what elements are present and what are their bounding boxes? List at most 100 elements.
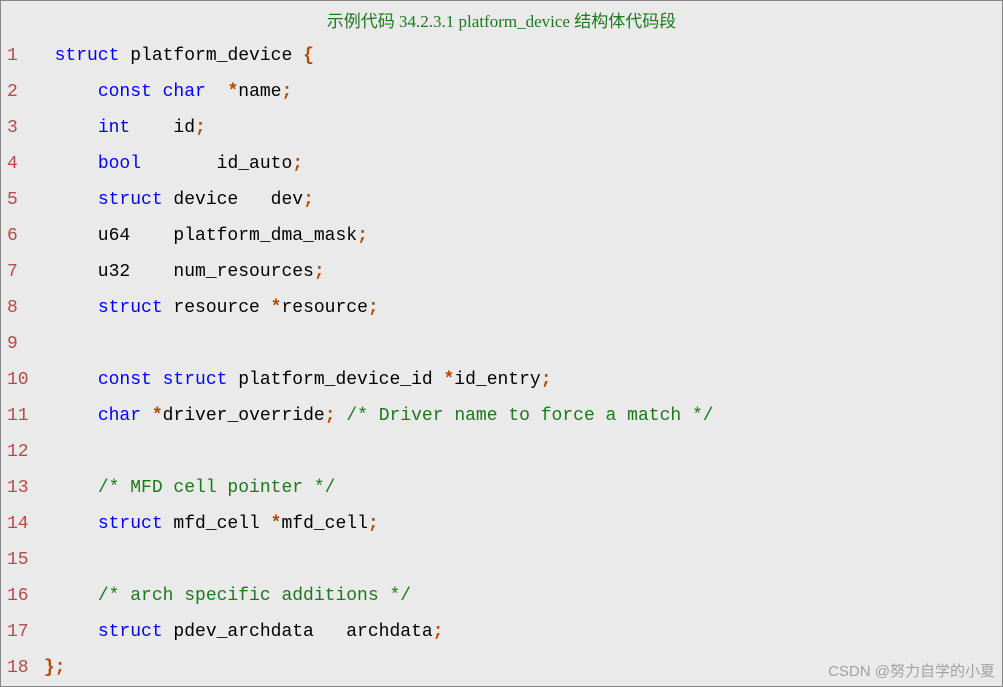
code-line: 14 struct mfd_cell *mfd_cell; — [1, 506, 1002, 542]
token-punct: { — [303, 46, 314, 66]
token-ident — [33, 514, 98, 534]
line-number: 1 — [1, 38, 33, 74]
token-punct: * — [227, 82, 238, 102]
code-content: struct platform_device { — [33, 38, 1002, 74]
token-comment: /* Driver name to force a match */ — [346, 406, 713, 426]
code-content: int id; — [33, 110, 1002, 146]
token-ident — [33, 298, 98, 318]
code-content: const struct platform_device_id *id_entr… — [33, 362, 1002, 398]
token-ident: platform_device_id — [227, 370, 443, 390]
token-kw: int — [98, 118, 130, 138]
line-number: 7 — [1, 254, 33, 290]
token-kw: struct — [33, 46, 119, 66]
line-number: 9 — [1, 326, 33, 362]
token-ident — [33, 622, 98, 642]
code-content: struct mfd_cell *mfd_cell; — [33, 506, 1002, 542]
token-punct: ; — [303, 190, 314, 210]
code-content: bool id_auto; — [33, 146, 1002, 182]
token-punct: ; — [314, 262, 325, 282]
line-number: 16 — [1, 578, 33, 614]
token-punct: ; — [292, 154, 303, 174]
token-ident: u32 num_resources — [33, 262, 314, 282]
line-number: 14 — [1, 506, 33, 542]
token-kw: const struct — [98, 370, 228, 390]
line-number: 18 — [1, 650, 33, 686]
code-content: const char *name; — [33, 74, 1002, 110]
line-number: 11 — [1, 398, 33, 434]
code-line: 3 int id; — [1, 110, 1002, 146]
token-ident: id — [130, 118, 195, 138]
code-content: /* arch specific additions */ — [33, 578, 1002, 614]
token-ident: id_entry — [454, 370, 540, 390]
token-punct: * — [271, 514, 282, 534]
token-ident — [33, 154, 98, 174]
line-number: 10 — [1, 362, 33, 398]
token-ident — [33, 406, 98, 426]
token-comment: /* MFD cell pointer */ — [98, 478, 336, 498]
code-line: 13 /* MFD cell pointer */ — [1, 470, 1002, 506]
token-kw: char — [98, 406, 141, 426]
code-line: 15 — [1, 542, 1002, 578]
token-ident: id_auto — [141, 154, 292, 174]
token-punct: ; — [368, 298, 379, 318]
line-number: 3 — [1, 110, 33, 146]
token-punct: * — [152, 406, 163, 426]
line-number: 17 — [1, 614, 33, 650]
code-line: 17 struct pdev_archdata archdata; — [1, 614, 1002, 650]
code-line: 2 const char *name; — [1, 74, 1002, 110]
token-comment: /* arch specific additions */ — [98, 586, 411, 606]
token-punct: ; — [368, 514, 379, 534]
code-line: 6 u64 platform_dma_mask; — [1, 218, 1002, 254]
code-lines-container: 1 struct platform_device {2 const char *… — [1, 38, 1002, 686]
token-ident — [336, 406, 347, 426]
code-line: 11 char *driver_override; /* Driver name… — [1, 398, 1002, 434]
token-ident — [33, 370, 98, 390]
token-ident — [33, 658, 44, 678]
token-ident: resource — [163, 298, 271, 318]
code-line: 1 struct platform_device { — [1, 38, 1002, 74]
token-punct: * — [443, 370, 454, 390]
code-content: struct resource *resource; — [33, 290, 1002, 326]
token-kw: struct — [98, 190, 163, 210]
code-content: struct pdev_archdata archdata; — [33, 614, 1002, 650]
code-line: 10 const struct platform_device_id *id_e… — [1, 362, 1002, 398]
line-number: 5 — [1, 182, 33, 218]
code-line: 7 u32 num_resources; — [1, 254, 1002, 290]
token-ident — [33, 190, 98, 210]
token-ident — [33, 586, 98, 606]
code-line: 9 — [1, 326, 1002, 362]
code-content — [33, 326, 1002, 362]
code-content — [33, 542, 1002, 578]
token-punct: ; — [433, 622, 444, 642]
token-punct: }; — [44, 658, 66, 678]
token-ident: platform_device — [119, 46, 303, 66]
token-ident — [33, 82, 98, 102]
token-ident: mfd_cell — [281, 514, 367, 534]
token-ident: u64 platform_dma_mask — [33, 226, 357, 246]
token-ident: driver_override — [163, 406, 325, 426]
token-ident: pdev_archdata archdata — [163, 622, 433, 642]
token-punct: ; — [281, 82, 292, 102]
token-kw: struct — [98, 622, 163, 642]
token-ident: resource — [281, 298, 367, 318]
token-kw: bool — [98, 154, 141, 174]
token-ident — [33, 478, 98, 498]
token-ident: name — [238, 82, 281, 102]
code-line: 8 struct resource *resource; — [1, 290, 1002, 326]
code-title: 示例代码 34.2.3.1 platform_device 结构体代码段 — [1, 5, 1002, 38]
code-content: /* MFD cell pointer */ — [33, 470, 1002, 506]
code-content: char *driver_override; /* Driver name to… — [33, 398, 1002, 434]
watermark: CSDN @努力自学的小夏 — [828, 660, 995, 681]
line-number: 15 — [1, 542, 33, 578]
code-content — [33, 434, 1002, 470]
line-number: 4 — [1, 146, 33, 182]
token-punct: ; — [357, 226, 368, 246]
token-punct: ; — [541, 370, 552, 390]
code-content: u32 num_resources; — [33, 254, 1002, 290]
token-ident: mfd_cell — [163, 514, 271, 534]
token-kw: const char — [98, 82, 206, 102]
code-block: 示例代码 34.2.3.1 platform_device 结构体代码段 1 s… — [0, 0, 1003, 687]
code-line: 5 struct device dev; — [1, 182, 1002, 218]
code-line: 16 /* arch specific additions */ — [1, 578, 1002, 614]
token-ident — [206, 82, 228, 102]
